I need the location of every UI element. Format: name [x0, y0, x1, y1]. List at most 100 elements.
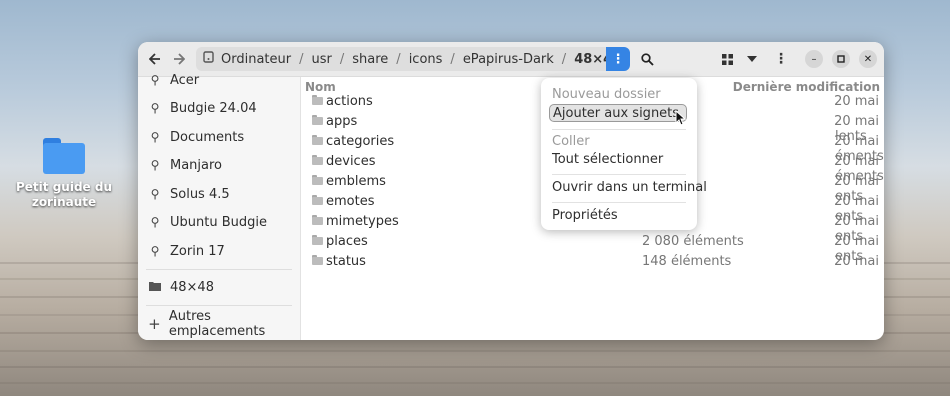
folder-icon [312, 115, 323, 125]
sidebar-item-label: Budgie 24.04 [170, 100, 257, 116]
chevron-down-icon [747, 56, 757, 62]
maximize-button[interactable] [832, 50, 850, 68]
menu-divider [552, 129, 686, 130]
path-separator: / [561, 51, 567, 67]
search-button[interactable] [635, 47, 659, 71]
path-separator: / [339, 51, 345, 67]
crumb-epapirus-dark[interactable]: ePapirus-Dark [458, 52, 559, 67]
crumb-usr[interactable]: usr [307, 52, 337, 67]
folder-icon [312, 175, 323, 185]
menu-divider [552, 174, 686, 175]
file-name: status [326, 253, 366, 269]
menu-item-properties[interactable]: Propriétés [552, 207, 618, 225]
desktop-folder-shortcut[interactable]: Petit guide du zorinaute [14, 138, 114, 210]
minimize-icon: – [811, 53, 817, 65]
arrow-left-icon [149, 53, 160, 65]
file-name: emotes [326, 193, 375, 209]
vertical-dots-icon: ⋮ [611, 51, 625, 67]
vertical-dots-icon: ⋮ [774, 51, 788, 67]
sidebar: ⚲ Acer ⚲ Budgie 24.04 ⚲ Documents ⚲ Manj… [138, 73, 301, 340]
sidebar-item-solus[interactable]: ⚲ Solus 4.5 [138, 181, 300, 207]
crumb-share[interactable]: share [347, 52, 393, 67]
search-icon [640, 52, 654, 66]
path-context-menu: Nouveau dossier Ajouter aux signets Coll… [541, 78, 707, 230]
sidebar-item-label: Documents [170, 129, 245, 145]
folder-icon [312, 255, 323, 265]
sidebar-item-label: 48×48 [170, 279, 214, 295]
sidebar-item-other-locations[interactable]: + Autres emplacements [138, 309, 300, 339]
file-size: ents [835, 229, 864, 244]
plus-icon: + [148, 315, 161, 333]
usb-drive-icon: ⚲ [150, 130, 160, 144]
file-name: actions [326, 93, 373, 109]
table-row[interactable]: places 2 080 éléments 20 mai [301, 231, 884, 251]
menu-item-select-all[interactable]: Tout sélectionner [552, 151, 663, 169]
table-row[interactable]: status 148 éléments 20 mai [301, 251, 884, 271]
sidebar-divider [146, 269, 292, 270]
folder-icon [312, 215, 323, 225]
folder-icon [312, 155, 323, 165]
folder-icon [148, 280, 162, 294]
minimize-button[interactable]: – [805, 50, 823, 68]
file-size: éments [835, 169, 884, 184]
desktop-icon-label: Petit guide du zorinaute [16, 180, 112, 209]
file-name: emblems [326, 173, 386, 189]
sidebar-item-label: Manjaro [170, 157, 223, 173]
file-size: éments [835, 149, 884, 164]
file-size: lents [835, 129, 867, 144]
sidebar-item-acer[interactable]: ⚲ Acer [138, 67, 300, 93]
sidebar-item-ubuntu-budgie[interactable]: ⚲ Ubuntu Budgie [138, 209, 300, 235]
arrow-right-icon [174, 53, 185, 65]
sidebar-divider [146, 305, 292, 306]
grid-icon [721, 53, 733, 65]
sidebar-item-manjaro[interactable]: ⚲ Manjaro [138, 152, 300, 178]
usb-drive-icon: ⚲ [150, 244, 160, 258]
crumb-icons[interactable]: icons [404, 52, 448, 67]
sidebar-item-bookmark[interactable]: 48×48 [138, 274, 300, 300]
file-size: 148 éléments [642, 253, 732, 269]
file-size: ents [835, 209, 864, 224]
folder-icon [43, 138, 85, 174]
file-size: 2 080 éléments [642, 233, 744, 249]
maximize-icon [837, 55, 845, 63]
crumb-computer[interactable]: Ordinateur [216, 52, 296, 67]
menu-item-open-terminal[interactable]: Ouvrir dans un terminal [552, 179, 707, 197]
menu-item-paste: Coller [552, 134, 590, 149]
drive-icon [203, 51, 214, 67]
file-name: apps [326, 113, 358, 129]
close-button[interactable]: ✕ [859, 50, 877, 68]
sidebar-item-budgie[interactable]: ⚲ Budgie 24.04 [138, 95, 300, 121]
file-date: 20 mai [834, 93, 879, 109]
sidebar-item-label: Solus 4.5 [170, 186, 230, 202]
file-name: mimetypes [326, 213, 399, 229]
folder-icon [312, 95, 323, 105]
close-icon: ✕ [863, 53, 873, 65]
path-menu-button[interactable]: ⋮ [606, 47, 630, 71]
file-name: categories [326, 133, 395, 149]
menu-item-add-bookmark[interactable]: Ajouter aux signets [549, 104, 687, 122]
folder-icon [312, 235, 323, 245]
path-separator: / [299, 51, 304, 67]
sidebar-item-label: Ubuntu Budgie [170, 214, 267, 230]
file-size: ents [835, 189, 864, 204]
view-options-button[interactable] [740, 47, 764, 71]
folder-link-icon [312, 135, 323, 145]
usb-drive-icon: ⚲ [150, 215, 160, 229]
sidebar-item-label: Autres emplacements [168, 309, 266, 339]
path-separator: / [396, 51, 401, 67]
file-name: devices [326, 153, 376, 169]
usb-drive-icon: ⚲ [150, 73, 160, 87]
menu-divider [552, 202, 686, 203]
file-date: 20 mai [834, 113, 879, 129]
usb-drive-icon: ⚲ [150, 158, 160, 172]
sidebar-item-zorin[interactable]: ⚲ Zorin 17 [138, 238, 300, 264]
main-menu-button[interactable]: ⋮ [769, 47, 793, 71]
menu-item-new-folder: Nouveau dossier [552, 87, 661, 102]
sidebar-item-label: Acer [170, 72, 200, 88]
usb-drive-icon: ⚲ [150, 101, 160, 115]
path-separator: / [450, 51, 455, 67]
file-size: ents [835, 249, 864, 264]
sidebar-item-label: Zorin 17 [170, 243, 225, 259]
sidebar-item-documents[interactable]: ⚲ Documents [138, 124, 300, 150]
view-toggle-button[interactable] [715, 47, 739, 71]
